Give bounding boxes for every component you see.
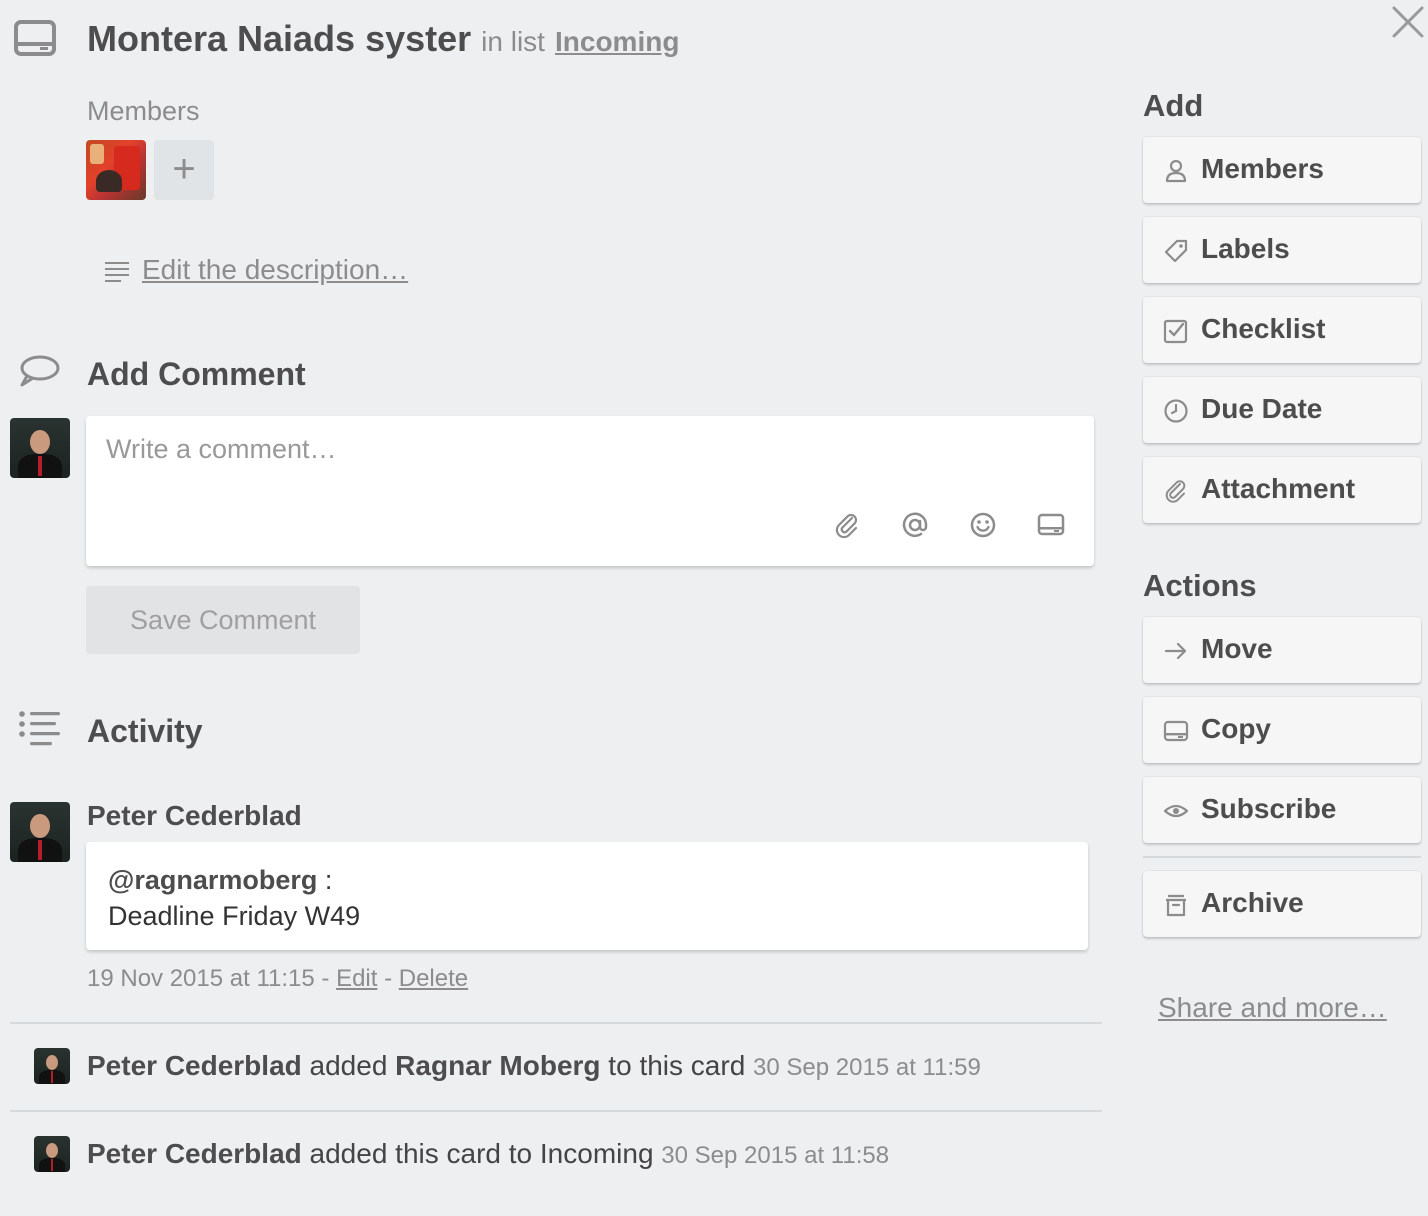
comment-text: Deadline Friday W49 [108, 901, 361, 931]
activity-verb: added [301, 1050, 396, 1081]
delete-comment-link[interactable]: Delete [399, 965, 468, 992]
copy-label: Copy [1201, 713, 1271, 744]
meta-separator: - [314, 965, 337, 992]
comment-bubble-icon [18, 354, 60, 388]
card-icon [14, 20, 58, 58]
add-members-button[interactable]: Members [1143, 137, 1421, 203]
comment-input[interactable] [106, 434, 1066, 514]
close-icon[interactable] [1390, 4, 1426, 40]
comment-author-name[interactable]: Peter Cederblad [87, 800, 302, 832]
activity-actor[interactable]: Peter Cederblad [87, 1138, 302, 1169]
save-comment-button[interactable]: Save Comment [86, 586, 360, 654]
archive-button[interactable]: Archive [1143, 871, 1421, 937]
emoji-icon[interactable] [968, 510, 998, 540]
add-attachment-label: Attachment [1201, 473, 1356, 504]
add-labels-button[interactable]: Labels [1143, 217, 1421, 283]
comment-meta: 19 Nov 2015 at 11:15 - Edit - Delete [87, 965, 468, 993]
mention-icon[interactable] [900, 510, 930, 540]
add-checklist-button[interactable]: Checklist [1143, 297, 1421, 363]
move-button[interactable]: Move [1143, 617, 1421, 683]
comment-body: @ragnarmoberg : Deadline Friday W49 [86, 842, 1088, 950]
activity-list-icon [18, 710, 62, 746]
card-link-icon[interactable] [1036, 510, 1066, 540]
activity-avatar[interactable] [34, 1048, 70, 1084]
card-title-text[interactable]: Montera Naiads syster [87, 18, 471, 59]
activity-verb: added this card to Incoming [301, 1138, 662, 1169]
card-icon [1163, 718, 1189, 744]
sidebar-separator [1143, 856, 1421, 858]
comment-composer [86, 416, 1094, 566]
members-label: Members [87, 96, 200, 126]
activity-time[interactable]: 30 Sep 2015 at 11:59 [753, 1054, 981, 1081]
member-avatar[interactable] [86, 140, 146, 200]
arrow-right-icon [1163, 638, 1189, 664]
move-label: Move [1201, 633, 1273, 664]
clock-icon [1163, 398, 1189, 424]
in-list-prefix: in list [481, 26, 545, 57]
attachment-icon[interactable] [832, 510, 862, 540]
sidebar-actions-title: Actions [1143, 568, 1257, 603]
comment-mention[interactable]: @ragnarmoberg [108, 865, 317, 895]
add-comment-title: Add Comment [87, 356, 306, 392]
add-due-date-label: Due Date [1201, 393, 1323, 424]
activity-title: Activity [87, 713, 203, 749]
activity-rest: to this card [600, 1050, 754, 1081]
comment-timestamp: 19 Nov 2015 at 11:15 [87, 965, 315, 992]
activity-divider [10, 1110, 1102, 1112]
copy-button[interactable]: Copy [1143, 697, 1421, 763]
add-checklist-label: Checklist [1201, 313, 1326, 344]
edit-comment-link[interactable]: Edit [336, 965, 377, 992]
activity-divider [10, 1022, 1102, 1024]
current-user-avatar [10, 418, 70, 478]
description-lines-icon [105, 261, 129, 283]
activity-avatar[interactable] [34, 1136, 70, 1172]
edit-description-link[interactable]: Edit the description… [142, 254, 408, 286]
person-icon [1163, 158, 1189, 184]
archive-label: Archive [1201, 887, 1304, 918]
activity-entry: Peter Cederblad added this card to Incom… [87, 1138, 889, 1170]
add-member-button[interactable]: + [154, 140, 214, 200]
archive-icon [1163, 892, 1189, 918]
subscribe-button[interactable]: Subscribe [1143, 777, 1421, 843]
comment-mention-suffix: : [317, 865, 333, 895]
list-name-link[interactable]: Incoming [555, 26, 679, 57]
add-labels-label: Labels [1201, 233, 1290, 264]
add-members-label: Members [1201, 153, 1324, 184]
activity-entry: Peter Cederblad added Ragnar Moberg to t… [87, 1050, 981, 1082]
activity-actor[interactable]: Peter Cederblad [87, 1050, 302, 1081]
eye-icon [1163, 798, 1189, 824]
add-due-date-button[interactable]: Due Date [1143, 377, 1421, 443]
share-and-more-link[interactable]: Share and more… [1158, 992, 1387, 1024]
checkbox-icon [1163, 318, 1189, 344]
activity-time[interactable]: 30 Sep 2015 at 11:58 [661, 1142, 889, 1169]
activity-object[interactable]: Ragnar Moberg [395, 1050, 600, 1081]
paperclip-icon [1163, 478, 1189, 504]
tag-icon [1163, 238, 1189, 264]
comment-author-avatar[interactable] [10, 802, 70, 862]
subscribe-label: Subscribe [1201, 793, 1337, 824]
card-title: Montera Naiads syster in list Incoming [87, 18, 679, 60]
sidebar-add-title: Add [1143, 88, 1204, 123]
meta-separator: - [377, 965, 399, 992]
add-attachment-button[interactable]: Attachment [1143, 457, 1421, 523]
